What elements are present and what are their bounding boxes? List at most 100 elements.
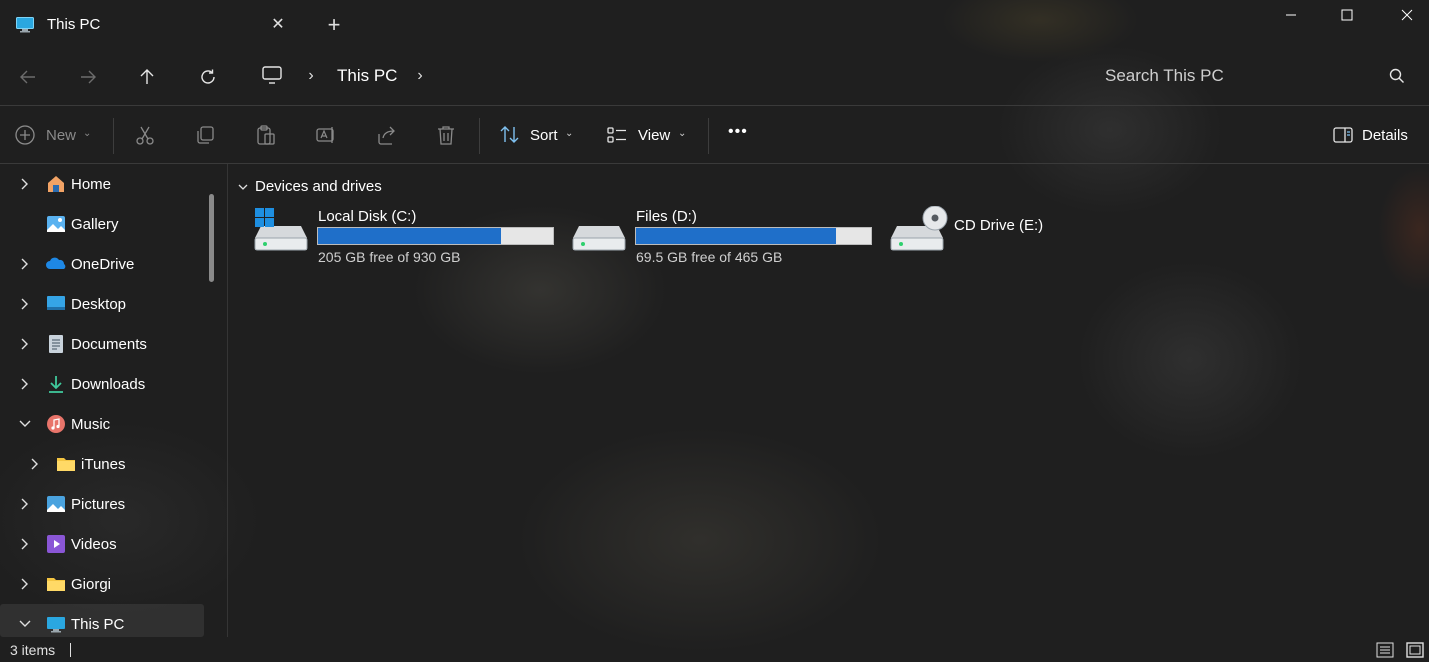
arrow-left-icon xyxy=(20,70,35,84)
drive-free-space: 205 GB free of 930 GB xyxy=(318,249,461,265)
sidebar-item-videos[interactable]: Videos xyxy=(0,524,204,564)
sidebar-item-pictures[interactable]: Pictures xyxy=(0,484,204,524)
sidebar-item-onedrive[interactable]: OneDrive xyxy=(0,244,204,284)
divider xyxy=(479,118,480,154)
home-icon xyxy=(48,176,64,192)
sidebar-item-music[interactable]: Music xyxy=(0,404,204,444)
music-icon xyxy=(47,415,65,433)
drive-tile-e[interactable]: CD Drive (E:) xyxy=(886,204,1086,268)
documents-icon xyxy=(49,335,63,353)
more-options-button[interactable]: ••• xyxy=(728,123,748,141)
sidebar-item-home[interactable]: Home xyxy=(0,164,204,204)
sidebar-scrollbar[interactable] xyxy=(209,194,214,282)
chevron-down-icon[interactable] xyxy=(17,416,33,432)
sidebar-item-this-pc[interactable]: This PC xyxy=(0,604,204,637)
close-tab-icon[interactable]: ✕ xyxy=(268,15,288,35)
sidebar-item-label: Giorgi xyxy=(71,576,112,593)
rename-icon[interactable] xyxy=(315,124,337,146)
up-button[interactable] xyxy=(134,64,160,90)
breadcrumb-chevron-icon[interactable]: › xyxy=(413,66,427,86)
sidebar-item-label: Pictures xyxy=(71,496,126,513)
drive-usage-fill xyxy=(318,228,502,244)
cut-icon[interactable] xyxy=(134,124,156,146)
sidebar-item-gallery[interactable]: Gallery xyxy=(0,204,204,244)
details-button[interactable]: Details xyxy=(1362,127,1408,144)
drive-tile-d[interactable]: Files (D:) 69.5 GB free of 465 GB xyxy=(568,204,878,268)
drive-name: Local Disk (C:) xyxy=(318,208,417,225)
chevron-right-icon[interactable] xyxy=(17,296,33,312)
status-bar: 3 items xyxy=(0,638,1429,662)
forward-button[interactable] xyxy=(75,64,101,90)
chevron-right-icon[interactable] xyxy=(17,336,33,352)
details-pane-icon[interactable] xyxy=(1332,124,1354,146)
hard-drive-icon xyxy=(572,226,626,251)
sidebar-item-itunes[interactable]: iTunes xyxy=(0,444,204,484)
sidebar-item-label: OneDrive xyxy=(71,256,135,273)
title-bar: This PC ✕ + xyxy=(0,0,1429,50)
sidebar-item-documents[interactable]: Documents xyxy=(0,324,204,364)
view-dropdown-icon[interactable]: ⌄ xyxy=(678,128,686,139)
tab-this-pc[interactable]: This PC ✕ xyxy=(0,0,300,50)
sidebar-item-downloads[interactable]: Downloads xyxy=(0,364,204,404)
monitor-icon[interactable] xyxy=(261,64,283,86)
maximize-button[interactable] xyxy=(1318,0,1376,30)
back-button[interactable] xyxy=(15,64,41,90)
minimize-icon xyxy=(1286,14,1296,16)
large-icons-view-button[interactable] xyxy=(1405,641,1425,659)
breadcrumb-this-pc[interactable]: This PC xyxy=(337,66,397,86)
sort-button[interactable]: Sort xyxy=(530,127,558,144)
chevron-right-icon[interactable] xyxy=(17,376,33,392)
this-pc-icon xyxy=(16,17,34,33)
sort-icon[interactable] xyxy=(499,124,521,146)
sidebar-item-label: iTunes xyxy=(81,456,126,473)
new-dropdown-icon[interactable]: ⌄ xyxy=(83,128,91,139)
copy-icon[interactable] xyxy=(194,124,216,146)
refresh-button[interactable] xyxy=(195,64,221,90)
file-explorer-window: This PC ✕ + › This PC › Search This PC N… xyxy=(0,0,1429,662)
new-tab-button[interactable]: + xyxy=(323,14,345,36)
view-button[interactable]: View xyxy=(638,127,670,144)
navigation-bar: › This PC › Search This PC xyxy=(0,50,1429,105)
sort-dropdown-icon[interactable]: ⌄ xyxy=(565,128,573,139)
drive-free-space: 69.5 GB free of 465 GB xyxy=(636,249,783,265)
view-icon[interactable] xyxy=(606,124,628,146)
share-icon[interactable] xyxy=(375,124,397,146)
new-plus-icon[interactable] xyxy=(14,124,36,146)
chevron-right-icon[interactable] xyxy=(17,256,33,272)
group-header[interactable]: Devices and drives xyxy=(255,178,382,195)
minimize-button[interactable] xyxy=(1262,0,1320,30)
onedrive-icon xyxy=(46,257,66,269)
desktop-icon xyxy=(47,296,65,310)
close-icon xyxy=(1401,9,1413,21)
chevron-right-icon[interactable] xyxy=(27,456,43,472)
cd-drive-icon xyxy=(890,206,948,251)
sidebar-item-desktop[interactable]: Desktop xyxy=(0,284,204,324)
search-icon[interactable] xyxy=(1388,67,1406,85)
details-view-button[interactable] xyxy=(1375,641,1395,659)
chevron-down-icon[interactable] xyxy=(17,616,33,632)
hard-drive-icon xyxy=(254,208,308,251)
refresh-icon xyxy=(201,69,215,84)
list-view-icon xyxy=(1376,642,1394,658)
chevron-down-icon[interactable] xyxy=(237,181,249,193)
chevron-right-icon[interactable] xyxy=(17,496,33,512)
command-bar: New ⌄ Sort ⌄ View ⌄ ••• Details xyxy=(0,106,1429,163)
arrow-right-icon xyxy=(81,70,96,84)
new-button[interactable]: New xyxy=(46,127,76,144)
tiles-view-icon xyxy=(1406,642,1424,658)
delete-icon[interactable] xyxy=(435,124,457,146)
paste-icon[interactable] xyxy=(255,124,277,146)
pictures-icon xyxy=(47,496,65,512)
chevron-right-icon[interactable] xyxy=(17,576,33,592)
search-input[interactable]: Search This PC xyxy=(1105,66,1224,86)
drive-usage-fill xyxy=(636,228,836,244)
chevron-right-icon[interactable] xyxy=(17,176,33,192)
tab-title: This PC xyxy=(47,16,101,33)
sidebar-item-label: Music xyxy=(71,416,111,433)
sidebar-item-label: Gallery xyxy=(71,216,119,233)
breadcrumb-chevron-icon[interactable]: › xyxy=(304,66,318,86)
close-window-button[interactable] xyxy=(1378,0,1429,30)
sidebar-item-giorgi[interactable]: Giorgi xyxy=(0,564,204,604)
chevron-right-icon[interactable] xyxy=(17,536,33,552)
drive-tile-c[interactable]: Local Disk (C:) 205 GB free of 930 GB xyxy=(250,204,560,268)
